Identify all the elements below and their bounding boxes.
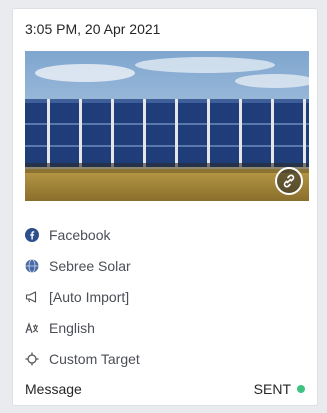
status-badge: SENT (254, 381, 305, 397)
meta-label: English (49, 319, 95, 336)
meta-channel: Facebook (25, 219, 309, 250)
target-icon (25, 352, 39, 366)
post-timestamp: 3:05 PM, 20 Apr 2021 (25, 21, 161, 37)
status-dot-icon (297, 385, 305, 393)
meta-label: Custom Target (49, 350, 140, 367)
meta-target: Custom Target (25, 343, 309, 374)
link-icon[interactable] (275, 167, 303, 195)
meta-language: English (25, 312, 309, 343)
meta-label: Sebree Solar (49, 257, 131, 274)
post-type-label: Message (25, 381, 82, 397)
post-meta-list: Facebook Sebree Solar [Auto Import] Engl… (25, 219, 309, 374)
status-label: SENT (253, 381, 291, 397)
language-icon (25, 321, 39, 335)
post-card[interactable]: 3:05 PM, 20 Apr 2021 Facebook Sebree Sol… (12, 8, 318, 406)
meta-label: Facebook (49, 226, 111, 243)
meta-campaign: [Auto Import] (25, 281, 309, 312)
post-image[interactable] (25, 51, 309, 201)
megaphone-icon (25, 290, 39, 304)
meta-account: Sebree Solar (25, 250, 309, 281)
facebook-icon (25, 227, 39, 242)
meta-label: [Auto Import] (49, 288, 130, 305)
solar-panels-image (25, 51, 309, 201)
post-footer: Message SENT (25, 381, 305, 397)
globe-icon (25, 258, 39, 273)
